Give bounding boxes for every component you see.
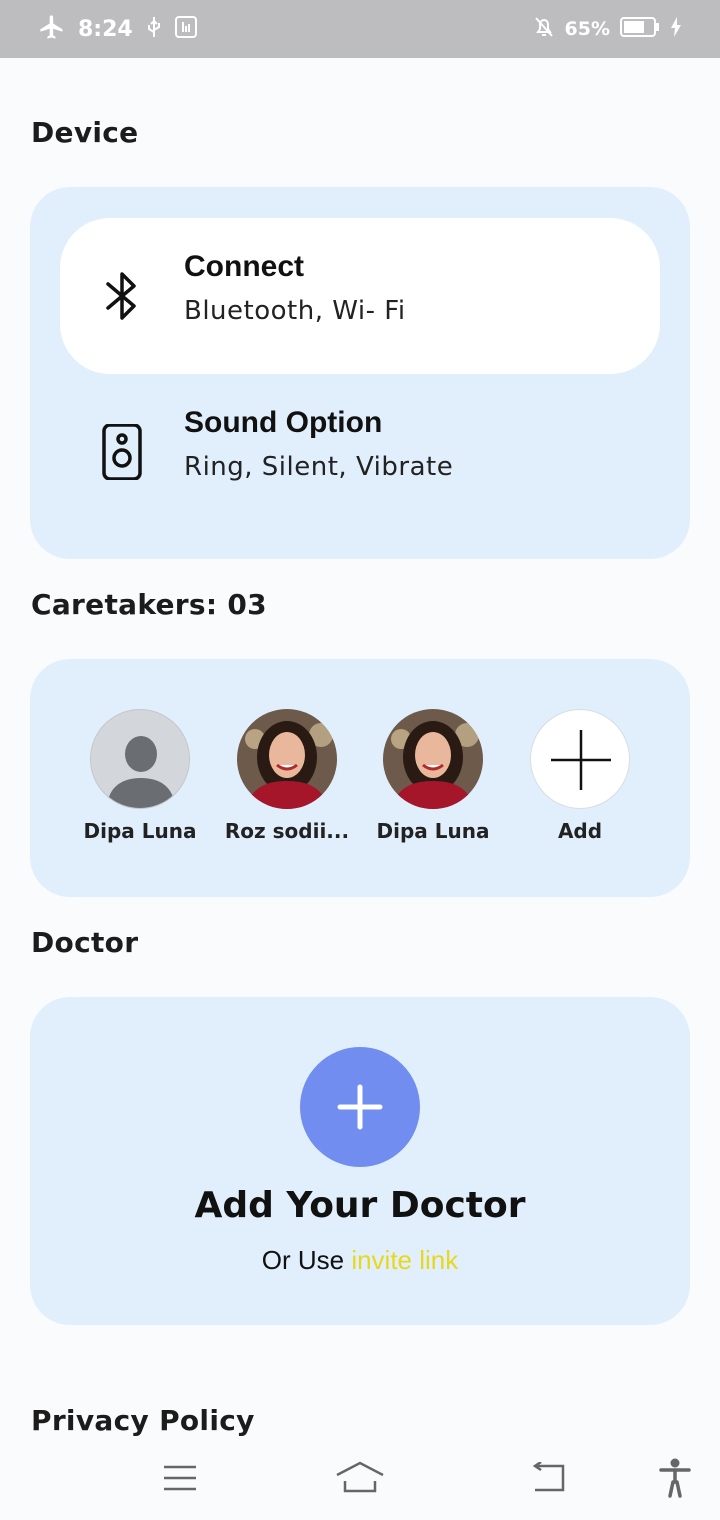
caretaker-item[interactable]: Dipa Luna	[70, 709, 210, 843]
add-caretaker-button[interactable]: Add	[510, 709, 650, 843]
caretakers-card: Dipa Luna Roz sodii... Dipa Luna Add	[30, 659, 690, 897]
avatar-photo	[237, 709, 337, 809]
sound-option-title: Sound Option	[184, 406, 383, 439]
caretakers-section-title: Caretakers: 03	[31, 588, 267, 621]
usb-icon	[145, 15, 163, 44]
sound-option-item[interactable]: Sound Option Ring, Silent, Vibrate	[60, 374, 660, 530]
doctor-card: Add Your Doctor Or Use invite link	[30, 997, 690, 1325]
battery-percent: 65%	[564, 18, 610, 40]
add-caretaker-label: Add	[557, 819, 603, 843]
usb-debug-icon	[174, 15, 197, 44]
caretaker-name: Dipa Luna	[83, 819, 197, 843]
connect-title: Connect	[184, 250, 304, 283]
speaker-icon	[100, 423, 144, 481]
add-doctor-button[interactable]	[300, 1047, 420, 1167]
alarm-off-icon	[533, 15, 555, 44]
privacy-policy-title[interactable]: Privacy Policy	[31, 1404, 255, 1437]
caretaker-item[interactable]: Roz sodii...	[217, 709, 357, 843]
doctor-section-title: Doctor	[31, 926, 139, 959]
charging-icon	[670, 16, 682, 43]
bluetooth-icon	[100, 268, 144, 324]
invite-prefix: Or Use	[261, 1245, 352, 1275]
invite-text: Or Use invite link	[30, 1245, 690, 1276]
airplane-icon	[38, 13, 66, 46]
status-bar: 8:24 65%	[0, 0, 720, 58]
plus-icon	[530, 709, 630, 809]
accessibility-icon[interactable]	[650, 1454, 700, 1502]
add-doctor-title: Add Your Doctor	[194, 1185, 526, 1226]
battery-icon	[620, 16, 660, 43]
connect-subtitle: Bluetooth, Wi- Fi	[184, 296, 406, 326]
device-section-title: Device	[31, 116, 139, 149]
caretaker-item[interactable]: Dipa Luna	[363, 709, 503, 843]
connect-item[interactable]: Connect Bluetooth, Wi- Fi	[60, 218, 660, 374]
navigation-bar	[0, 1436, 720, 1520]
avatar-placeholder	[90, 709, 190, 809]
sound-option-subtitle: Ring, Silent, Vibrate	[184, 452, 454, 482]
plus-icon	[337, 1084, 383, 1130]
back-icon[interactable]	[523, 1454, 573, 1502]
caretaker-name: Roz sodii...	[224, 819, 350, 843]
caretaker-name: Dipa Luna	[376, 819, 490, 843]
menu-icon[interactable]	[155, 1454, 205, 1502]
device-card: Connect Bluetooth, Wi- Fi Sound Option R…	[30, 187, 690, 559]
avatar-photo	[383, 709, 483, 809]
status-time: 8:24	[78, 16, 133, 42]
invite-link[interactable]: invite link	[351, 1245, 458, 1275]
home-icon[interactable]	[335, 1454, 385, 1502]
